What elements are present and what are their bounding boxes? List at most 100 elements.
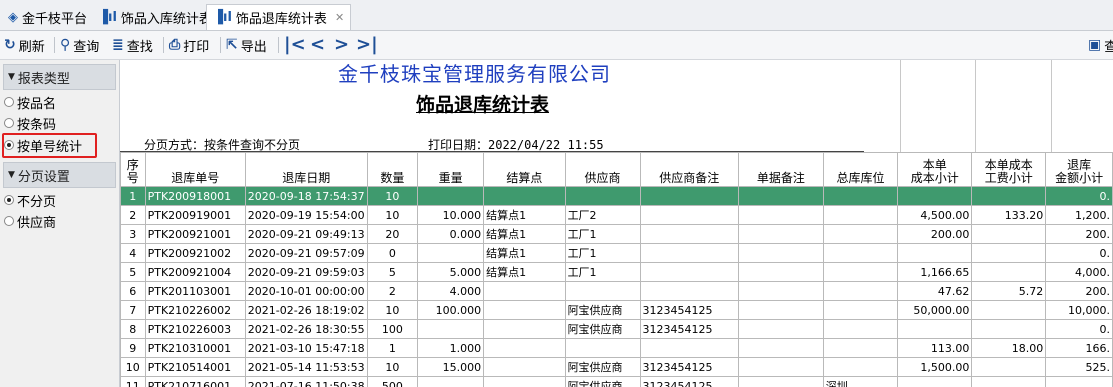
table-row[interactable]: 11 PTK210716001 2021-07-16 11:50:38 500 阿宝供应… bbox=[120, 376, 1113, 387]
col-weight-header[interactable]: 重量 bbox=[417, 152, 485, 187]
col-settlement-header[interactable]: 结算点 bbox=[483, 152, 566, 187]
table-cell bbox=[971, 300, 1047, 320]
col-qty-header[interactable]: 数量 bbox=[366, 152, 419, 187]
table-row[interactable]: 2 PTK200919001 2020-09-19 15:54:00 10 10.000… bbox=[120, 205, 1113, 225]
table-row[interactable]: 6 PTK201103001 2020-10-01 00:00:00 2 4.000 47… bbox=[120, 281, 1113, 301]
bar-chart-icon: ▐ıl bbox=[213, 10, 232, 25]
table-cell: PTK200921004 bbox=[144, 262, 246, 282]
table-cell bbox=[822, 281, 899, 301]
table-cell: 8 bbox=[120, 319, 146, 339]
radio-by-supplier[interactable]: 供应商 bbox=[4, 211, 56, 231]
first-page-icon[interactable]: |< bbox=[284, 34, 306, 55]
table-cell bbox=[737, 357, 824, 377]
radio-icon bbox=[4, 118, 14, 128]
table-cell bbox=[639, 186, 739, 206]
table-cell: 2021-03-10 15:47:18 bbox=[244, 338, 368, 358]
close-icon[interactable]: ✕ bbox=[335, 11, 344, 24]
data-table: 序号退库单号 退库日期 数量 重量 结算点 供应商 供应商备注 单据备注 总库库位 本单 成本小计本… bbox=[120, 152, 1113, 387]
table-cell bbox=[639, 205, 739, 225]
table-cell: 2 bbox=[366, 281, 419, 301]
table-row[interactable]: 7 PTK210226002 2021-02-26 18:19:02 10 100.00… bbox=[120, 300, 1113, 320]
export-button[interactable]: ⇱ 导出 bbox=[226, 35, 267, 55]
table-cell bbox=[483, 300, 566, 320]
col-supplier-note-header[interactable]: 供应商备注 bbox=[639, 152, 739, 187]
table-cell bbox=[971, 224, 1047, 244]
toolbar-divider bbox=[54, 37, 55, 53]
table-cell: 深圳 bbox=[822, 376, 899, 387]
last-page-icon[interactable]: >| bbox=[356, 34, 378, 55]
table-cell: 15.000 bbox=[417, 357, 485, 377]
print-button[interactable]: ⎙ 打印 bbox=[169, 35, 209, 55]
table-cell: 0. bbox=[1045, 243, 1113, 263]
tab-inbound-report[interactable]: ▐ıl 饰品入库统计表 bbox=[92, 4, 218, 30]
table-cell: 3123454125 bbox=[639, 376, 739, 387]
table-row[interactable]: 3 PTK200921001 2020-09-21 09:49:13 20 0.000 结… bbox=[120, 224, 1113, 244]
table-row[interactable]: 1 PTK200918001 2020-09-18 17:54:37 10 0. bbox=[120, 186, 1113, 206]
query-button[interactable]: ⚲ 查询 bbox=[60, 35, 99, 55]
table-cell: 5.72 bbox=[971, 281, 1047, 301]
radio-by-name[interactable]: 按品名 bbox=[4, 92, 56, 112]
col-supplier-header[interactable]: 供应商 bbox=[564, 152, 641, 187]
col-return-date-header[interactable]: 退库日期 bbox=[244, 152, 368, 187]
col-index-header[interactable]: 序号 bbox=[120, 152, 146, 187]
prev-page-icon[interactable]: < bbox=[310, 34, 325, 55]
table-cell bbox=[971, 186, 1047, 206]
report-type-header[interactable]: ▼ 报表类型 bbox=[3, 64, 116, 90]
table-cell: 100.000 bbox=[417, 300, 485, 320]
table-cell: 2020-10-01 00:00:00 bbox=[244, 281, 368, 301]
col-cost-subtotal-header[interactable]: 本单 成本小计 bbox=[897, 152, 973, 187]
col-return-no-header[interactable]: 退库单号 bbox=[144, 152, 246, 187]
col-labor-subtotal-header[interactable]: 本单成本 工费小计 bbox=[971, 152, 1047, 187]
table-cell: 2020-09-21 09:49:13 bbox=[244, 224, 368, 244]
table-cell bbox=[1045, 376, 1113, 387]
table-cell: 1 bbox=[120, 186, 146, 206]
tab-platform[interactable]: ◈ 金千枝平台 bbox=[2, 4, 93, 30]
table-cell bbox=[897, 376, 973, 387]
table-cell: 阿宝供应商 bbox=[564, 357, 641, 377]
table-row[interactable]: 4 PTK200921002 2020-09-21 09:57:09 0 结算点1 工厂1… bbox=[120, 243, 1113, 263]
find-icon: ≣ bbox=[112, 37, 124, 53]
table-row[interactable]: 5 PTK200921004 2020-09-21 09:59:03 5 5.000 结算… bbox=[120, 262, 1113, 282]
table-cell bbox=[737, 338, 824, 358]
table-cell: 4,500.00 bbox=[897, 205, 973, 225]
table-cell bbox=[417, 319, 485, 339]
table-cell: 2021-07-16 11:50:38 bbox=[244, 376, 368, 387]
table-cell: 结算点1 bbox=[483, 262, 566, 282]
find-button[interactable]: ≣ 查找 bbox=[112, 35, 153, 55]
table-cell bbox=[417, 186, 485, 206]
table-cell: 5.000 bbox=[417, 262, 485, 282]
col-amount-subtotal-header[interactable]: 退库 金额小计 bbox=[1045, 152, 1113, 187]
table-cell bbox=[564, 186, 641, 206]
view-button[interactable]: ▣ 查 bbox=[1088, 35, 1113, 55]
table-cell: 10.000 bbox=[417, 205, 485, 225]
table-cell bbox=[971, 262, 1047, 282]
col-doc-note-header[interactable]: 单据备注 bbox=[737, 152, 824, 187]
table-cell: 47.62 bbox=[897, 281, 973, 301]
radio-by-barcode[interactable]: 按条码 bbox=[4, 113, 56, 133]
table-row[interactable]: 8 PTK210226003 2021-02-26 18:30:55 100 阿宝供应商… bbox=[120, 319, 1113, 339]
refresh-button[interactable]: ↻ 刷新 bbox=[4, 35, 45, 55]
table-row[interactable]: 9 PTK210310001 2021-03-10 15:47:18 1 1.000 11… bbox=[120, 338, 1113, 358]
table-cell: 结算点1 bbox=[483, 224, 566, 244]
table-cell bbox=[639, 243, 739, 263]
table-cell: PTK200919001 bbox=[144, 205, 246, 225]
next-page-icon[interactable]: > bbox=[334, 34, 349, 55]
tab-return-report[interactable]: ▐ıl 饰品退库统计表 ✕ bbox=[206, 4, 352, 30]
table-cell bbox=[483, 338, 566, 358]
table-cell: 200.00 bbox=[897, 224, 973, 244]
table-cell: 4.000 bbox=[417, 281, 485, 301]
table-cell: PTK210226003 bbox=[144, 319, 246, 339]
radio-no-paging[interactable]: 不分页 bbox=[4, 190, 56, 210]
collapse-triangle-icon: ▼ bbox=[8, 72, 15, 82]
table-cell: 4 bbox=[120, 243, 146, 263]
table-cell: 7 bbox=[120, 300, 146, 320]
table-cell bbox=[897, 186, 973, 206]
table-row[interactable]: 10 PTK210514001 2021-05-14 11:53:53 10 15.00… bbox=[120, 357, 1113, 377]
table-cell: 工厂2 bbox=[564, 205, 641, 225]
col-location-header[interactable]: 总库库位 bbox=[822, 152, 899, 187]
table-cell: 工厂1 bbox=[564, 262, 641, 282]
paging-settings-header[interactable]: ▼ 分页设置 bbox=[3, 162, 116, 188]
table-cell bbox=[897, 243, 973, 263]
table-cell: 1,200. bbox=[1045, 205, 1113, 225]
table-cell: 2 bbox=[120, 205, 146, 225]
